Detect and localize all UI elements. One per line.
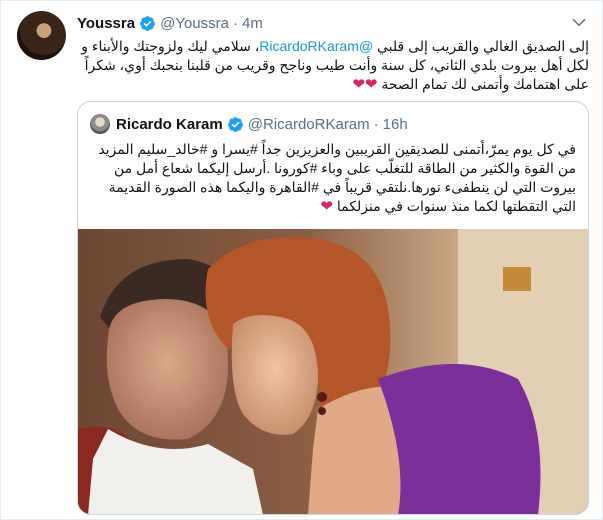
author-handle[interactable]: @Youssra	[160, 15, 229, 32]
quoted-author-avatar	[90, 114, 110, 134]
tweet-card[interactable]: Youssra @Youssra · 4m إلى الصديق الغالي …	[0, 0, 603, 520]
chevron-down-icon[interactable]	[570, 13, 588, 31]
author-avatar[interactable]	[17, 11, 66, 60]
heart-emoji: ❤❤	[352, 76, 378, 93]
quoted-tweet[interactable]: Ricardo Karam @RicardoRKaram · 16h في كل…	[77, 101, 589, 515]
separator-dot: ·	[373, 115, 379, 133]
separator-dot: ·	[232, 14, 238, 32]
photo-illustration	[78, 229, 588, 514]
quoted-tweet-header: Ricardo Karam @RicardoRKaram · 16h	[116, 113, 408, 135]
quoted-text-body: في كل يوم يمرّ،أتمنى للصديقين القريبين و…	[98, 141, 576, 214]
heart-emoji: ❤	[320, 198, 333, 215]
quoted-photo[interactable]	[78, 229, 588, 514]
tweet-header: Youssra @Youssra · 4m	[77, 12, 263, 34]
tweet-text-part1: إلى الصديق الغالي والقريب إلى قلبي	[373, 38, 589, 54]
mention-link[interactable]: @RicardoRKaram	[259, 38, 373, 54]
quoted-author-handle: @RicardoRKaram	[247, 115, 370, 133]
tweet-text: إلى الصديق الغالي والقريب إلى قلبي @Rica…	[77, 37, 589, 94]
tweet-timestamp[interactable]: 4m	[242, 15, 263, 32]
quoted-timestamp: 16h	[382, 115, 408, 133]
author-name[interactable]: Youssra	[77, 15, 135, 32]
verified-badge-icon	[140, 15, 156, 31]
verified-badge-icon	[227, 116, 243, 132]
quoted-tweet-text: في كل يوم يمرّ،أتمنى للصديقين القريبين و…	[88, 140, 576, 216]
quoted-author-name[interactable]: Ricardo Karam	[116, 116, 223, 133]
